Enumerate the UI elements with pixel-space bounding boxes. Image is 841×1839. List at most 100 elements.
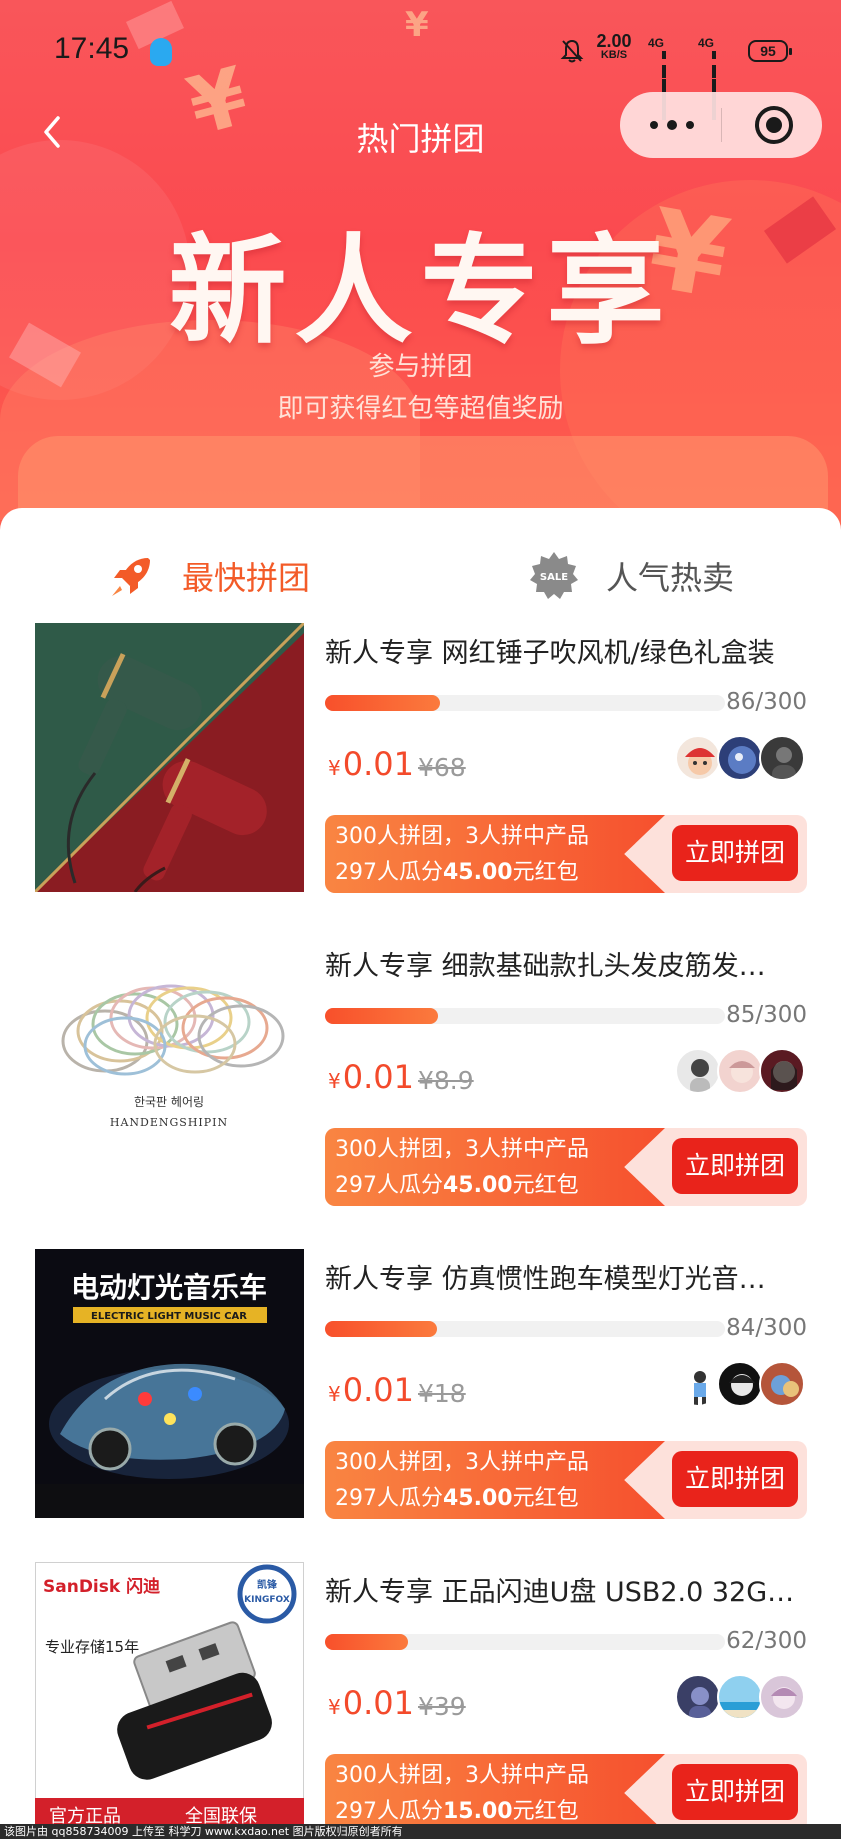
price-value: 0.01 (342, 745, 414, 783)
avatar (717, 1674, 763, 1720)
product-title[interactable]: 新人专享 正品闪迪U盘 USB2.0 32G… (325, 1570, 805, 1609)
promo-text: 300人拼团，3人拼中产品 (335, 1137, 589, 1162)
promo-text: 300人拼团，3人拼中产品 (335, 1763, 589, 1788)
avatar (759, 1674, 805, 1720)
avatar (759, 1361, 805, 1407)
product-image-toy-car[interactable]: 电动灯光音乐车 ELECTRIC LIGHT MUSIC CAR (35, 1249, 304, 1518)
price-currency: ¥ (328, 1382, 341, 1406)
product-card[interactable]: 新人专享 网红锤子吹风机/绿色礼盒装 86/300 ¥0.01 ¥68 300人… (0, 623, 841, 895)
banner-headline: 新人专享 (168, 222, 673, 360)
product-image-usb-drive[interactable]: SanDisk 闪迪 凯锋 KINGFOX 专业存储15年 官方正品 全国联保 (35, 1562, 304, 1831)
product-title[interactable]: 新人专享 仿真惯性跑车模型灯光音… (325, 1257, 805, 1296)
promo-text: 297人瓜分45.00元红包 (335, 854, 579, 886)
tab-label: 最快拼团 (182, 559, 311, 597)
image-text: 专业存储15年 (45, 1638, 139, 1656)
product-title[interactable]: 新人专享 网红锤子吹风机/绿色礼盒装 (325, 631, 805, 670)
product-card[interactable]: SanDisk 闪迪 凯锋 KINGFOX 专业存储15年 官方正品 全国联保 … (0, 1562, 841, 1834)
capsule-divider (721, 108, 722, 142)
product-card[interactable]: 电动灯光音乐车 ELECTRIC LIGHT MUSIC CAR 新人专享 仿真… (0, 1249, 841, 1521)
avatar (759, 735, 805, 781)
promo-text-post: 元红包 (512, 1486, 579, 1511)
original-price: ¥39 (418, 1692, 466, 1721)
promo-text: 297人瓜分45.00元红包 (335, 1480, 579, 1512)
sale-badge-text: SALE (540, 572, 568, 583)
price-currency: ¥ (328, 1069, 341, 1093)
price-value: 0.01 (342, 1684, 414, 1722)
avatar (675, 1048, 721, 1094)
qq-icon (150, 38, 172, 66)
image-text: SanDisk 闪迪 (43, 1576, 160, 1597)
image-text: KINGFOX (244, 1595, 290, 1605)
network-speed: 2.00 KB/S (592, 32, 636, 61)
promo-text-post: 元红包 (512, 1799, 579, 1824)
promo-amount: 45.00 (443, 860, 513, 885)
promo-banner: 300人拼团，3人拼中产品 297人瓜分45.00元红包 立即拼团 (325, 1441, 807, 1519)
miniprogram-capsule (620, 92, 822, 158)
network-speed-unit: KB/S (600, 49, 628, 61)
promo-banner: 300人拼团，3人拼中产品 297人瓜分45.00元红包 立即拼团 (325, 815, 807, 893)
product-card[interactable]: 한국판 헤어링 HANDENGSHIPIN 新人专享 细款基础款扎头发皮筋发… … (0, 936, 841, 1208)
promo-text-pre: 297人瓜分 (335, 1799, 443, 1824)
avatar (717, 1048, 763, 1094)
promo-banner: 300人拼团，3人拼中产品 297人瓜分15.00元红包 立即拼团 (325, 1754, 807, 1832)
promo-text-post: 元红包 (512, 860, 579, 885)
progress-count: 85/300 (726, 1002, 807, 1028)
join-group-button[interactable]: 立即拼团 (672, 1451, 798, 1507)
progress-count: 62/300 (726, 1628, 807, 1654)
avatar (675, 1361, 721, 1407)
original-price: ¥18 (418, 1379, 466, 1408)
group-price: ¥0.01 (328, 1684, 414, 1722)
promo-text: 297人瓜分45.00元红包 (335, 1167, 579, 1199)
participant-avatars (675, 735, 809, 781)
progress-fill (325, 1634, 408, 1650)
progress-bar (325, 695, 725, 711)
avatar (675, 735, 721, 781)
join-group-button[interactable]: 立即拼团 (672, 825, 798, 881)
rocket-icon (112, 558, 150, 596)
price-value: 0.01 (342, 1058, 414, 1096)
promo-banner: 300人拼团，3人拼中产品 297人瓜分45.00元红包 立即拼团 (325, 1128, 807, 1206)
original-price: ¥8.9 (418, 1066, 474, 1095)
promo-amount: 15.00 (443, 1799, 513, 1824)
battery-icon: 95 (748, 40, 792, 62)
image-text: ELECTRIC LIGHT MUSIC CAR (91, 1311, 247, 1322)
tab-fastest-group[interactable]: 最快拼团 (108, 546, 310, 606)
network-speed-value: 2.00 (596, 31, 632, 51)
price-currency: ¥ (328, 1695, 341, 1719)
promo-text-pre: 297人瓜分 (335, 1486, 443, 1511)
promo-amount: 45.00 (443, 1486, 513, 1511)
avatar (675, 1674, 721, 1720)
join-group-button[interactable]: 立即拼团 (672, 1764, 798, 1820)
progress-fill (325, 1008, 439, 1024)
progress-fill (325, 695, 440, 711)
avatar (717, 735, 763, 781)
image-text: HANDENGSHIPIN (110, 1116, 228, 1129)
status-time: 17:45 (54, 32, 130, 65)
banner-subtitle: 即可获得红包等超值奖励 (277, 394, 564, 424)
more-icon[interactable] (650, 114, 694, 136)
participant-avatars (675, 1674, 809, 1720)
product-image-hairdryer[interactable] (35, 623, 304, 892)
product-image-hair-ties[interactable]: 한국판 헤어링 HANDENGSHIPIN (35, 936, 304, 1205)
group-price: ¥0.01 (328, 1371, 414, 1409)
banner-subtitle: 参与拼团 (368, 352, 473, 382)
progress-count: 84/300 (726, 1315, 807, 1341)
participant-avatars (675, 1048, 809, 1094)
tab-label: 人气热卖 (606, 559, 735, 597)
image-text: 한국판 헤어링 (134, 1095, 204, 1109)
tab-popular[interactable]: SALE 人气热卖 (528, 546, 734, 606)
participant-avatars (675, 1361, 809, 1407)
progress-count: 86/300 (726, 689, 807, 715)
original-price: ¥68 (418, 753, 466, 782)
group-price: ¥0.01 (328, 1058, 414, 1096)
product-title[interactable]: 新人专享 细款基础款扎头发皮筋发… (325, 944, 805, 983)
close-miniprogram-icon[interactable] (755, 106, 793, 144)
promo-text-pre: 297人瓜分 (335, 1173, 443, 1198)
promo-text: 297人瓜分15.00元红包 (335, 1793, 579, 1825)
progress-bar (325, 1008, 725, 1024)
join-group-button[interactable]: 立即拼团 (672, 1138, 798, 1194)
status-bar: 17:45 2.00 KB/S 4G 4G 95 (0, 0, 841, 120)
sale-badge-icon: SALE (530, 552, 578, 599)
price-value: 0.01 (342, 1371, 414, 1409)
promo-text: 300人拼团，3人拼中产品 (335, 1450, 589, 1475)
